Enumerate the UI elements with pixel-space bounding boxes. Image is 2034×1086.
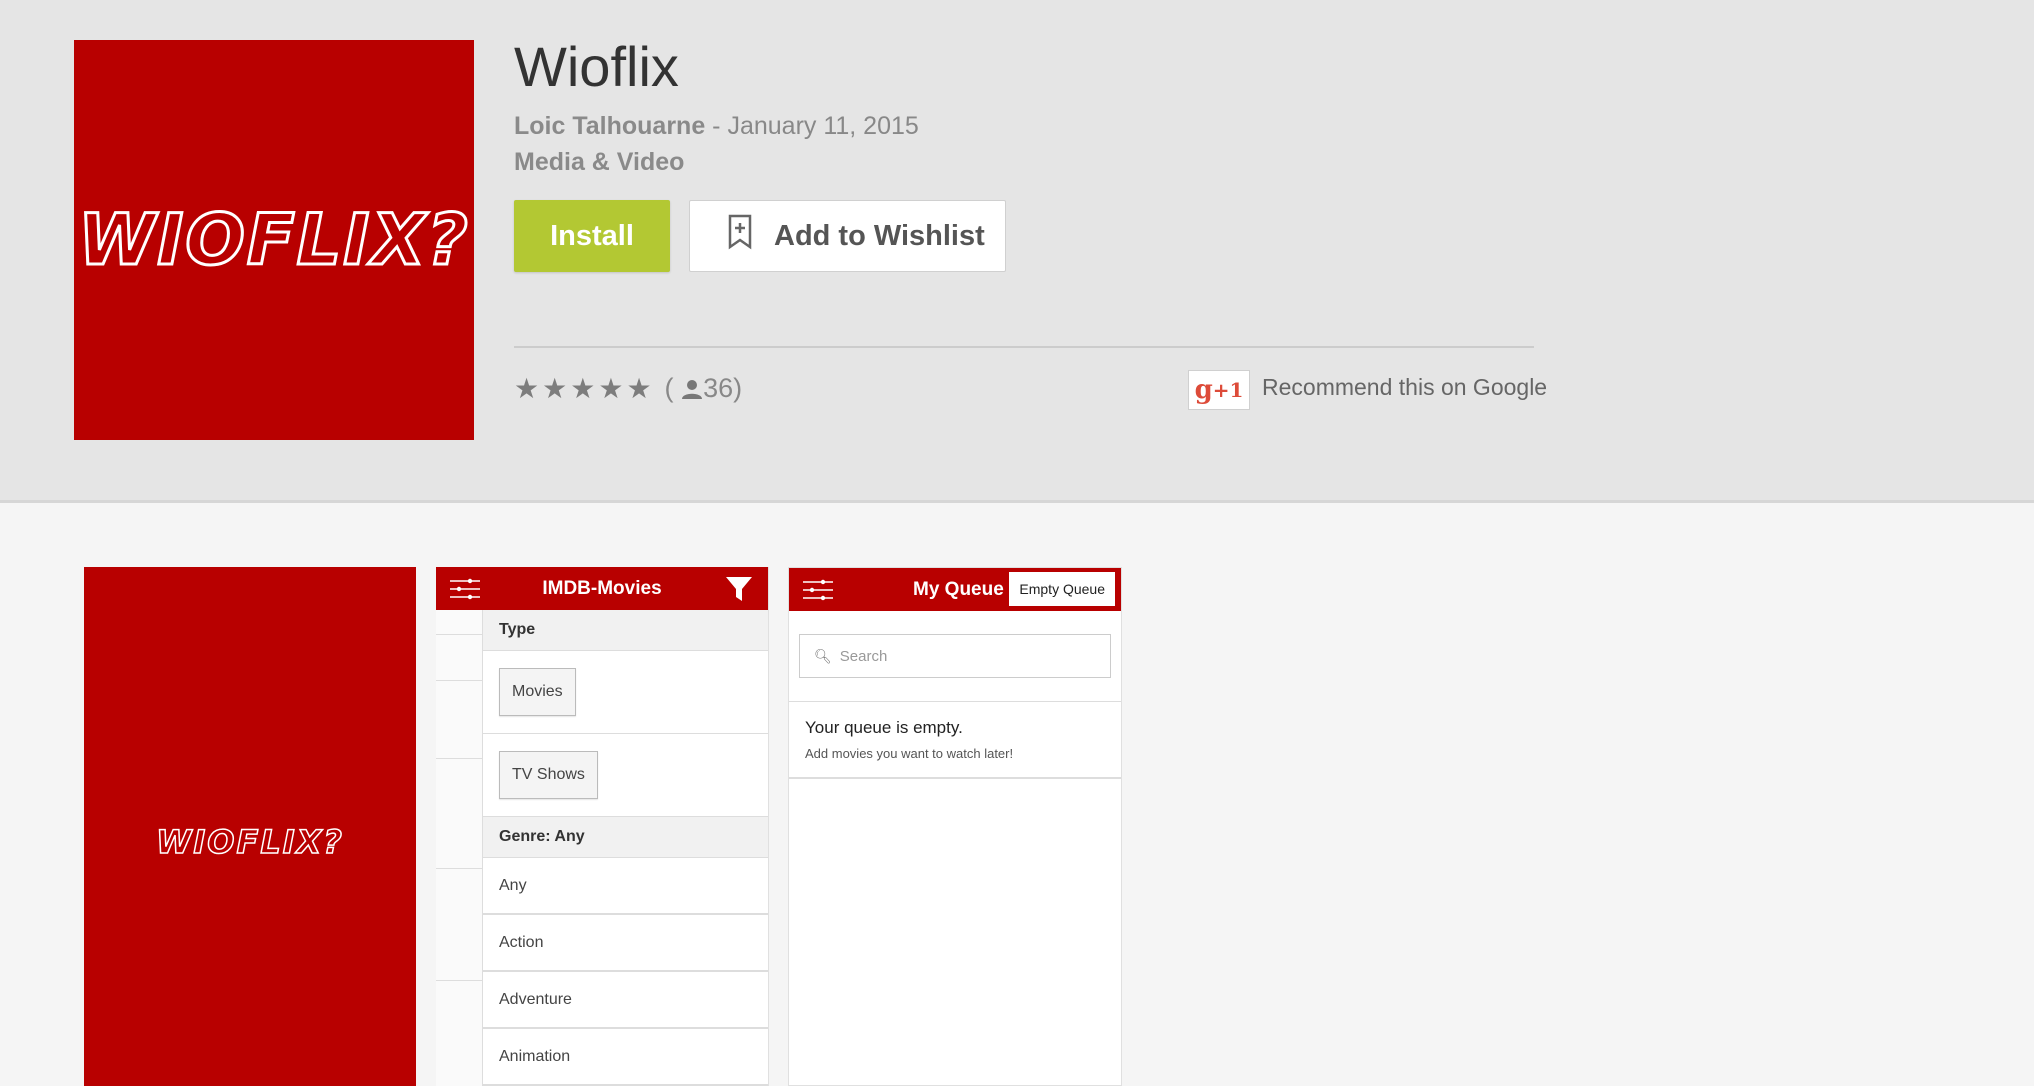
search-icon: 🔍︎ — [814, 647, 832, 664]
stub-divider — [436, 980, 482, 981]
category-link[interactable]: Media & Video — [514, 148, 684, 177]
stub-divider — [436, 634, 482, 635]
app-meta: Loic Talhouarne - January 11, 2015 — [514, 112, 919, 141]
search-placeholder: Search — [839, 647, 888, 665]
empty-queue-button: Empty Queue — [1009, 572, 1115, 606]
star-icon: ★ — [570, 373, 596, 404]
stub-divider — [436, 868, 482, 869]
screenshot-title: My Queue — [913, 578, 1004, 600]
wishlist-label: Add to Wishlist — [774, 219, 985, 252]
type-option-movies: Movies — [499, 668, 576, 716]
empty-queue-subtitle: Add movies you want to watch later! — [805, 746, 1014, 761]
app-header-section: WIOFLIX? Wioflix Loic Talhouarne - Janua… — [0, 0, 2034, 503]
splash-logo-text: WIOFLIX? — [155, 822, 344, 862]
queue-search-input: 🔍︎ Search — [799, 634, 1111, 678]
app-icon: WIOFLIX? — [74, 40, 474, 440]
google-plus-g: g — [1194, 375, 1213, 405]
rating-count: ( 36) — [665, 373, 743, 404]
genre-item: Adventure — [483, 972, 768, 1029]
app-icon-logo-text: WIOFLIX? — [77, 198, 470, 283]
sliders-menu-icon — [803, 579, 833, 601]
screenshot-appbar: My Queue Empty Queue — [789, 568, 1121, 611]
rating-count-value: 36 — [703, 373, 734, 403]
screenshot-appbar: IMDB-Movies — [436, 567, 768, 610]
type-header: Type — [483, 610, 768, 651]
empty-queue-title: Your queue is empty. — [805, 718, 963, 737]
add-to-wishlist-button[interactable]: Add to Wishlist — [689, 200, 1006, 272]
filter-panel: Type Movies TV Shows Genre: Any Any Acti… — [483, 610, 768, 1086]
install-button[interactable]: Install — [514, 200, 670, 272]
developer-link[interactable]: Loic Talhouarne — [514, 112, 705, 140]
filter-icon — [726, 577, 752, 601]
person-icon — [682, 380, 703, 399]
sliders-menu-icon — [450, 578, 480, 600]
star-icon: ★ — [598, 373, 624, 404]
genre-header: Genre: Any — [483, 817, 768, 858]
google-plus-one-button[interactable]: g +1 — [1188, 370, 1250, 410]
screenshot-1[interactable]: WIOFLIX? — [84, 567, 416, 1086]
screenshot-3[interactable]: My Queue Empty Queue 🔍︎ Search Your queu… — [788, 567, 1122, 1086]
recommend-text: Recommend this on Google — [1262, 374, 1548, 400]
rating-stars: ★ ★ ★ ★ ★ ( 36) — [514, 372, 742, 405]
bookmark-add-icon — [728, 214, 752, 258]
star-icon: ★ — [514, 373, 540, 404]
stub-divider — [436, 758, 482, 759]
star-icon: ★ — [626, 373, 652, 404]
left-panel-stub — [436, 610, 483, 1086]
star-icon: ★ — [542, 373, 568, 404]
release-date: - January 11, 2015 — [705, 112, 919, 140]
empty-queue-message: Your queue is empty. Add movies you want… — [789, 702, 1121, 779]
rating-paren-open: ( — [664, 373, 674, 403]
type-option-tv-shows: TV Shows — [499, 751, 598, 799]
genre-item: Action — [483, 915, 768, 972]
stub-divider — [436, 680, 482, 681]
queue-search-row: 🔍︎ Search — [789, 611, 1121, 702]
google-plus-one: +1 — [1212, 378, 1244, 402]
app-title: Wioflix — [514, 35, 679, 98]
type-option-row: TV Shows — [483, 734, 768, 817]
header-divider — [514, 346, 1534, 348]
screenshot-2[interactable]: IMDB-Movies Type Movies TV Shows Genre: … — [436, 567, 769, 1086]
type-option-row: Movies — [483, 651, 768, 734]
genre-item: Animation — [483, 1029, 768, 1086]
screenshot-title: IMDB-Movies — [542, 577, 662, 599]
genre-item: Any — [483, 858, 768, 915]
rating-paren-close: ) — [733, 373, 743, 403]
